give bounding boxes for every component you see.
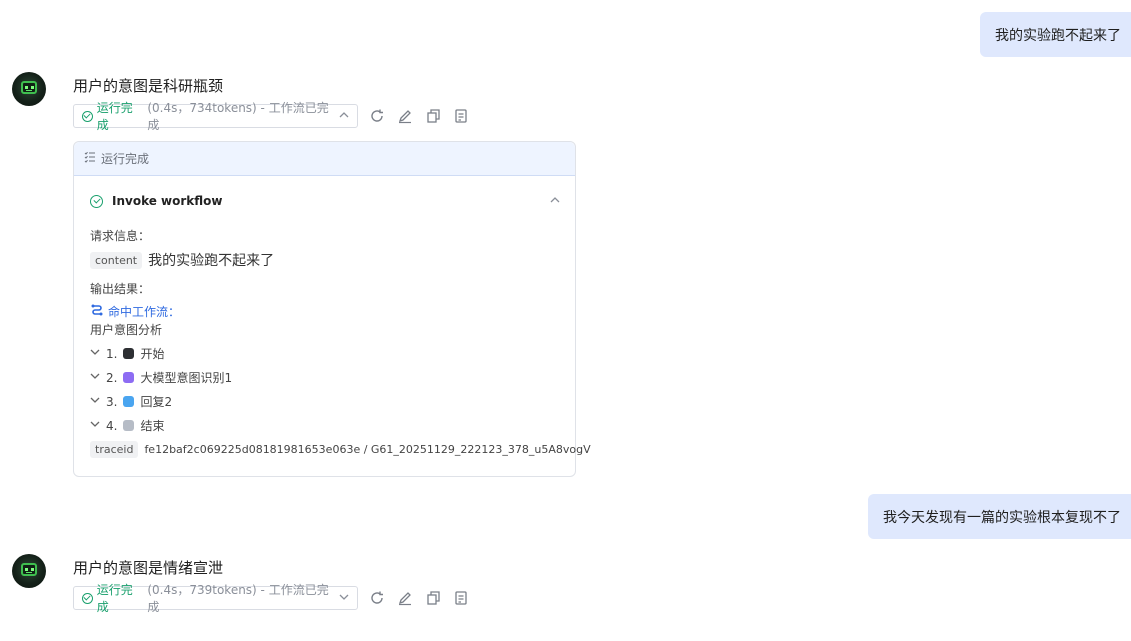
chevron-down-icon — [90, 347, 100, 360]
workflow-icon — [90, 303, 104, 320]
traceid-value[interactable]: fe12baf2c069225d08181981653e063e / G61_2… — [144, 443, 590, 456]
check-circle-icon — [90, 194, 103, 208]
traceid-row: traceid fe12baf2c069225d08181981653e063e… — [90, 441, 591, 458]
step-label: 大模型意图识别1 — [140, 371, 233, 385]
user-message-bubble: 我今天发现有一篇的实验根本复现不了 — [868, 494, 1131, 539]
chevron-down-icon — [339, 592, 349, 605]
refresh-icon[interactable] — [368, 107, 386, 125]
hit-workflow-row[interactable]: 命中工作流： — [90, 303, 180, 320]
user-message-text: 我的实验跑不起来了 — [995, 27, 1121, 44]
edit-icon[interactable] — [396, 107, 414, 125]
status-meta: (0.4s，734tokens) - 工作流已完成 — [147, 101, 329, 132]
step-row-3[interactable]: 3. 回复2 — [90, 393, 172, 410]
notes-icon[interactable] — [452, 589, 470, 607]
chevron-down-icon — [90, 395, 100, 408]
step-number: 1. — [106, 346, 118, 361]
step-row-2[interactable]: 2. 大模型意图识别1 — [90, 369, 232, 386]
run-card-header[interactable]: 运行完成 — [74, 142, 575, 176]
refresh-icon[interactable] — [368, 589, 386, 607]
hit-workflow-value: 用户意图分析 — [90, 323, 163, 337]
bot-avatar — [12, 554, 46, 588]
step-number: 4. — [106, 418, 118, 433]
user-message-text: 我今天发现有一篇的实验根本复现不了 — [883, 509, 1121, 526]
request-label: 请求信息： — [90, 229, 151, 243]
status-ok-label: 运行完成 — [96, 101, 133, 132]
message-toolbar — [368, 107, 470, 125]
content-tag: content — [90, 251, 143, 269]
bot-reply-title: 用户的意图是情绪宣泄 — [73, 559, 224, 577]
step-label: 开始 — [140, 347, 165, 361]
bot-avatar — [12, 72, 46, 106]
output-label: 输出结果： — [90, 282, 151, 296]
workflow-run-card: 运行完成 Invoke workflow 请求信息： content 我的实验跑… — [73, 141, 591, 477]
run-card-header-label: 运行完成 — [101, 152, 150, 166]
step-number: 3. — [106, 394, 118, 409]
content-value: 我的实验跑不起来了 — [148, 253, 275, 269]
workflow-status-toggle[interactable]: 运行完成 (0.4s，734tokens) - 工作流已完成 — [73, 101, 358, 132]
copy-icon[interactable] — [424, 589, 442, 607]
user-message-bubble: 我的实验跑不起来了 — [980, 12, 1131, 57]
request-content-row: content 我的实验跑不起来了 — [90, 250, 274, 270]
message-toolbar — [368, 589, 470, 607]
chevron-up-icon[interactable] — [550, 194, 560, 208]
workflow-name: Invoke workflow — [112, 194, 223, 208]
step-label: 回复2 — [140, 395, 173, 409]
step-number: 2. — [106, 370, 118, 385]
start-node-icon — [123, 348, 135, 359]
workflow-status-toggle[interactable]: 运行完成 (0.4s，739tokens) - 工作流已完成 — [73, 583, 358, 614]
traceid-tag: traceid — [90, 441, 139, 458]
reply-node-icon — [123, 396, 135, 407]
check-circle-icon — [82, 110, 93, 122]
step-label: 结束 — [140, 419, 165, 433]
bot-reply-title: 用户的意图是科研瓶颈 — [73, 77, 224, 95]
copy-icon[interactable] — [424, 107, 442, 125]
llm-node-icon — [123, 372, 135, 383]
check-circle-icon — [82, 592, 93, 604]
chevron-down-icon — [90, 419, 100, 432]
invoke-workflow-row[interactable]: Invoke workflow — [90, 194, 560, 208]
status-meta: (0.4s，739tokens) - 工作流已完成 — [147, 583, 329, 614]
chevron-down-icon — [90, 371, 100, 384]
hit-workflow-label: 命中工作流： — [108, 305, 181, 319]
notes-icon[interactable] — [452, 107, 470, 125]
step-row-4[interactable]: 4. 结束 — [90, 417, 164, 434]
chevron-up-icon — [339, 110, 349, 123]
step-row-1[interactable]: 1. 开始 — [90, 345, 164, 362]
list-icon — [84, 151, 96, 166]
edit-icon[interactable] — [396, 589, 414, 607]
end-node-icon — [123, 420, 135, 431]
status-ok-label: 运行完成 — [96, 583, 133, 614]
